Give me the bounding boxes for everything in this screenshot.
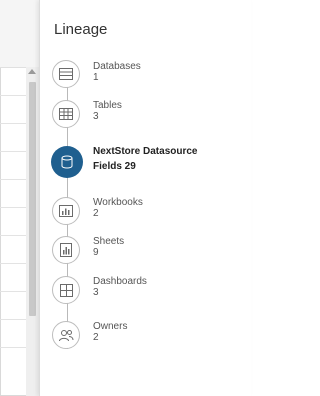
- table-row-divider: [0, 347, 26, 348]
- lineage-item-databases[interactable]: Databases 1: [93, 61, 141, 83]
- background-table-pane: [0, 0, 39, 396]
- lineage-item-category: Sheets: [93, 236, 125, 247]
- table-row-divider: [0, 235, 26, 236]
- database-icon: [59, 68, 73, 80]
- lineage-node-sheets[interactable]: [52, 236, 80, 264]
- table-row-divider: [0, 291, 26, 292]
- lineage-item-category: Databases: [93, 61, 141, 72]
- table-row-divider: [0, 207, 26, 208]
- lineage-item-count: 9: [93, 247, 99, 258]
- lineage-item-datasource[interactable]: NextStore Datasource Fields 29: [93, 146, 197, 172]
- lineage-node-owners[interactable]: [52, 321, 80, 349]
- lineage-item-dashboards[interactable]: Dashboards 3: [93, 276, 147, 298]
- lineage-item-category: Workbooks: [93, 197, 143, 208]
- sheet-icon: [60, 243, 72, 257]
- lineage-item-category: Tables: [93, 100, 122, 111]
- workbook-icon: [59, 205, 73, 217]
- lineage-item-category: Dashboards: [93, 276, 147, 287]
- table-row-divider: [0, 263, 26, 264]
- lineage-item-owners[interactable]: Owners 2: [93, 321, 127, 343]
- lineage-node-dashboards[interactable]: [52, 276, 80, 304]
- lineage-item-count: 3: [93, 111, 99, 122]
- lineage-panel: Lineage Databases 1 Tables 3 NextStore D…: [39, 0, 251, 396]
- table-row-divider: [0, 123, 26, 124]
- lineage-item-tables[interactable]: Tables 3: [93, 100, 122, 122]
- lineage-item-count: 1: [93, 72, 99, 83]
- lineage-node-datasource[interactable]: [51, 146, 83, 178]
- dashboard-icon: [59, 283, 73, 297]
- table-header-bar: [0, 0, 39, 68]
- lineage-item-count: 2: [93, 332, 99, 343]
- table-row-divider: [0, 151, 26, 152]
- lineage-node-tables[interactable]: [52, 100, 80, 128]
- table-icon: [59, 108, 73, 120]
- scroll-up-arrow-icon[interactable]: [28, 69, 36, 74]
- lineage-item-category: NextStore Datasource: [93, 146, 198, 157]
- table-row-divider: [0, 95, 26, 96]
- scrollbar-thumb[interactable]: [29, 82, 36, 316]
- lineage-item-count: 2: [93, 208, 99, 219]
- lineage-item-category: Owners: [93, 321, 128, 332]
- lineage-node-databases[interactable]: [52, 60, 80, 88]
- lineage-item-sheets[interactable]: Sheets 9: [93, 236, 124, 258]
- lineage-node-workbooks[interactable]: [52, 197, 80, 225]
- panel-title: Lineage: [54, 21, 108, 38]
- table-row-divider: [0, 179, 26, 180]
- datasource-icon: [61, 155, 73, 169]
- lineage-item-count: Fields 29: [93, 161, 136, 172]
- lineage-item-count: 3: [93, 287, 99, 298]
- owners-icon: [58, 329, 74, 342]
- lineage-item-workbooks[interactable]: Workbooks 2: [93, 197, 143, 219]
- table-row-divider: [0, 319, 26, 320]
